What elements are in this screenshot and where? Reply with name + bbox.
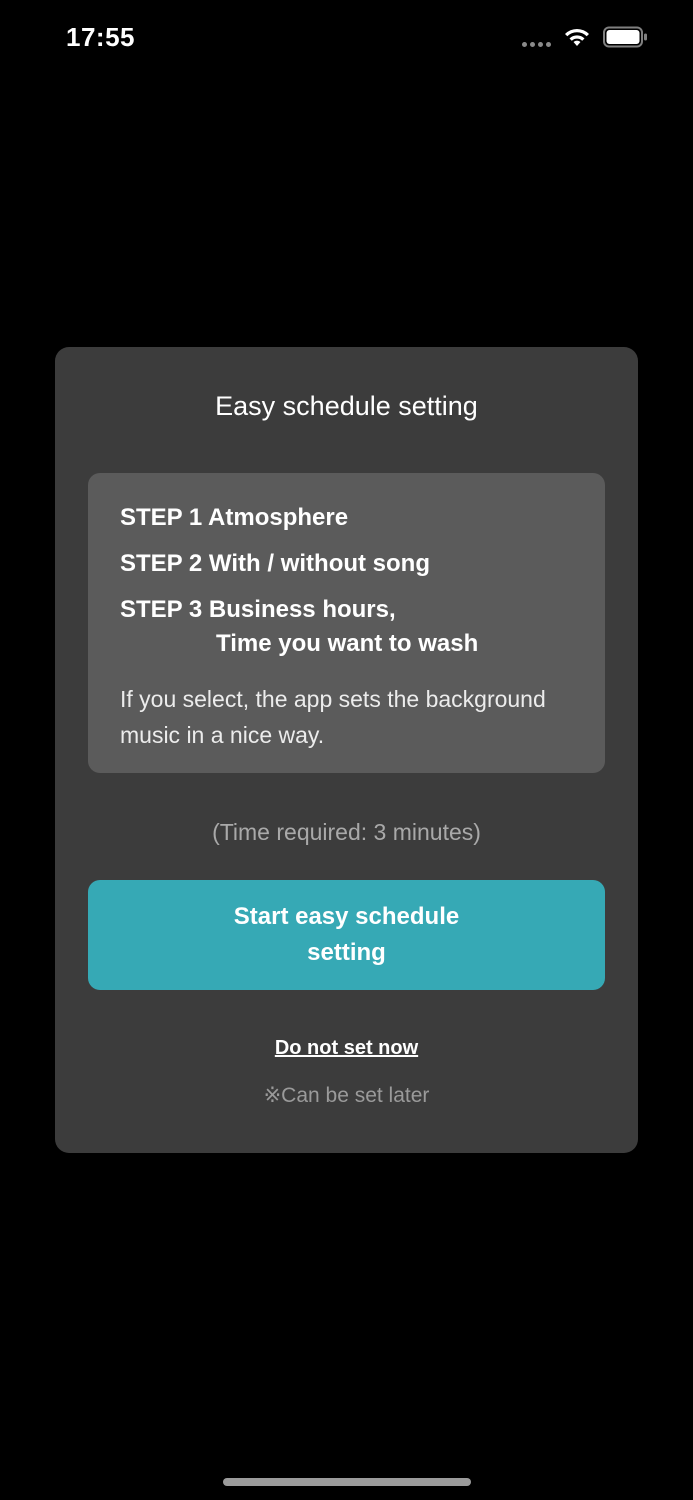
schedule-setting-dialog: Easy schedule setting STEP 1 Atmosphere … [55, 347, 638, 1153]
home-indicator [223, 1478, 471, 1486]
time-required: (Time required: 3 minutes) [212, 819, 481, 845]
signal-dots-icon [522, 41, 551, 47]
status-time: 17:55 [66, 22, 135, 52]
status-bar: 17:55 [0, 0, 693, 80]
step-1: STEP 1 Atmosphere [120, 504, 349, 531]
steps-note: If you select, the app sets the backgrou… [120, 686, 546, 748]
step-3-continuation: Time you want to wash [216, 630, 479, 657]
dialog-title: Easy schedule setting [215, 391, 478, 421]
later-note: ※Can be set later [263, 1084, 430, 1107]
wifi-icon [565, 28, 589, 46]
step-2: STEP 2 With / without song [120, 550, 430, 577]
step-3-label: STEP 3 Business hours, [120, 596, 396, 623]
steps-box: STEP 1 Atmosphere STEP 2 With / without … [88, 473, 605, 773]
step-3: STEP 3 Business hours, Time you want to … [120, 593, 573, 661]
battery-icon [603, 26, 647, 48]
do-not-set-now-link[interactable]: Do not set now [55, 1037, 638, 1060]
start-button-label: Start easy schedule setting [233, 903, 460, 966]
status-icons [522, 26, 649, 48]
start-easy-schedule-button[interactable]: Start easy schedule setting [88, 880, 605, 990]
